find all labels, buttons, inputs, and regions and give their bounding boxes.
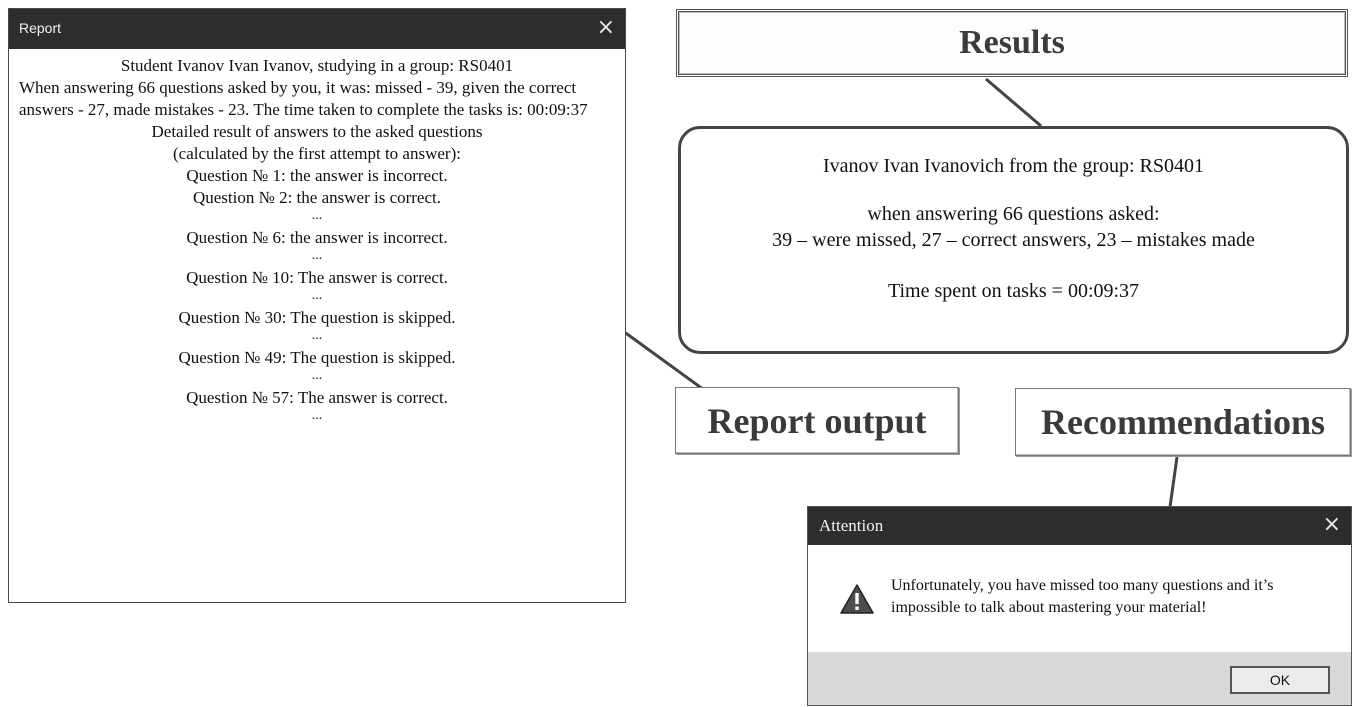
report-summary-text: When answering 66 questions asked by you… <box>19 78 588 119</box>
question-result: Question № 6: the answer is incorrect. <box>186 228 448 247</box>
close-icon[interactable]: × <box>597 15 615 41</box>
question-result: Question № 10: The answer is correct. <box>186 268 448 287</box>
ellipsis: ... <box>311 248 323 263</box>
report-window: Report × Student Ivanov Ivan Ivanov, stu… <box>8 8 626 603</box>
attention-message: Unfortunately, you have missed too many … <box>891 577 1274 616</box>
ellipsis: ... <box>311 328 323 343</box>
attention-footer: OK <box>808 652 1351 705</box>
attention-content: Unfortunately, you have missed too many … <box>808 545 1351 653</box>
detail-subtitle: (calculated by the first attempt to answ… <box>173 144 461 163</box>
ellipsis: ... <box>311 288 323 303</box>
results-header: Results <box>676 9 1348 77</box>
close-icon[interactable]: × <box>1323 512 1341 538</box>
report-body: Student Ivanov Ivan Ivanov, studying in … <box>9 49 625 427</box>
results-summary-panel: Ivanov Ivan Ivanovich from the group: RS… <box>678 126 1349 354</box>
ellipsis: ... <box>311 208 323 223</box>
results-label: Results <box>959 24 1065 61</box>
report-header-line: Student Ivanov Ivan Ivanov, studying in … <box>120 56 514 75</box>
detail-title: Detailed result of answers to the asked … <box>151 122 483 141</box>
report-titlebar[interactable]: Report × <box>9 9 625 49</box>
ellipsis: ... <box>311 408 323 423</box>
summary-time-line: Time spent on tasks = 00:09:37 <box>887 280 1140 302</box>
ok-button[interactable]: OK <box>1230 666 1330 694</box>
question-result: Question № 49: The question is skipped. <box>178 348 456 367</box>
report-title: Report <box>19 20 62 36</box>
summary-counts-line: 39 – were missed, 27 – correct answers, … <box>772 229 1255 251</box>
report-output-button[interactable]: Report output <box>675 387 959 454</box>
question-result: Question № 2: the answer is correct. <box>192 188 441 207</box>
question-result: Question № 57: The answer is correct. <box>186 388 448 407</box>
recommendations-button[interactable]: Recommendations <box>1015 388 1351 456</box>
attention-title: Attention <box>819 516 884 535</box>
question-result: Question № 30: The question is skipped. <box>178 308 456 327</box>
warning-icon <box>840 584 874 614</box>
summary-questions-line: when answering 66 questions asked: <box>867 203 1160 225</box>
attention-dialog: Attention × Unfortunately, you have miss… <box>807 506 1352 706</box>
ellipsis: ... <box>311 368 323 383</box>
summary-student-line: Ivanov Ivan Ivanovich from the group: RS… <box>822 155 1205 177</box>
question-result: Question № 1: the answer is incorrect. <box>186 166 448 185</box>
attention-titlebar[interactable]: Attention × <box>808 507 1351 545</box>
